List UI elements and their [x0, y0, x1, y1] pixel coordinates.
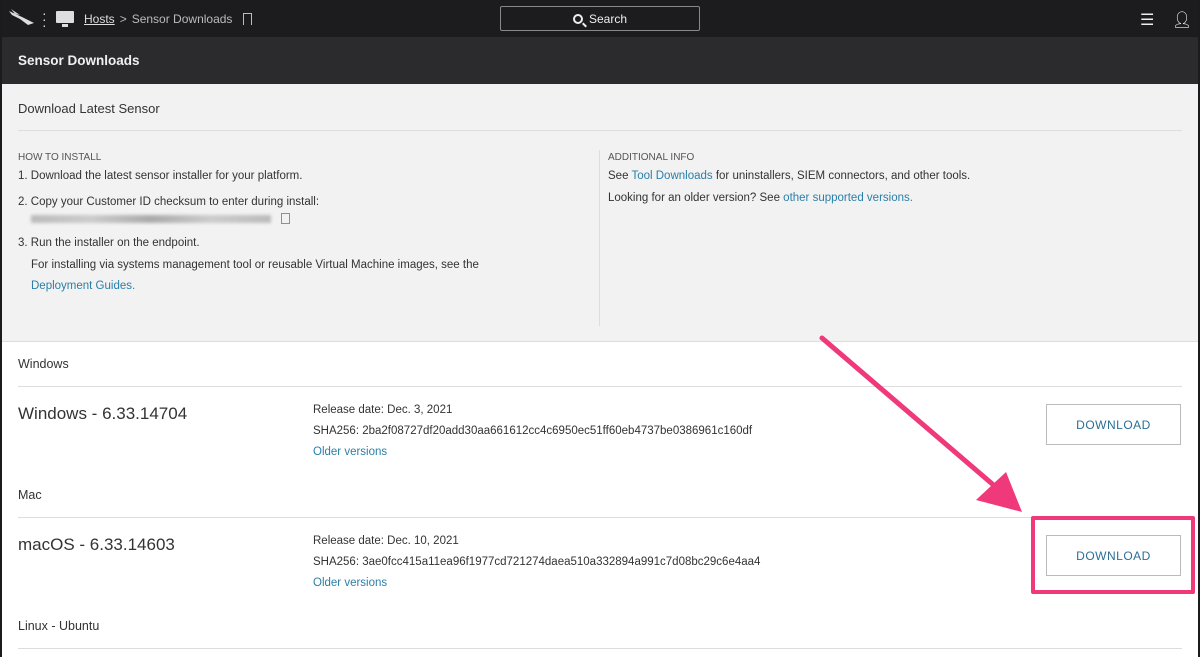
app-window: · · · Hosts > Sensor Downloads Search ☰ 👤︎… [2, 0, 1198, 657]
annotation-arrow-icon [819, 335, 1022, 512]
